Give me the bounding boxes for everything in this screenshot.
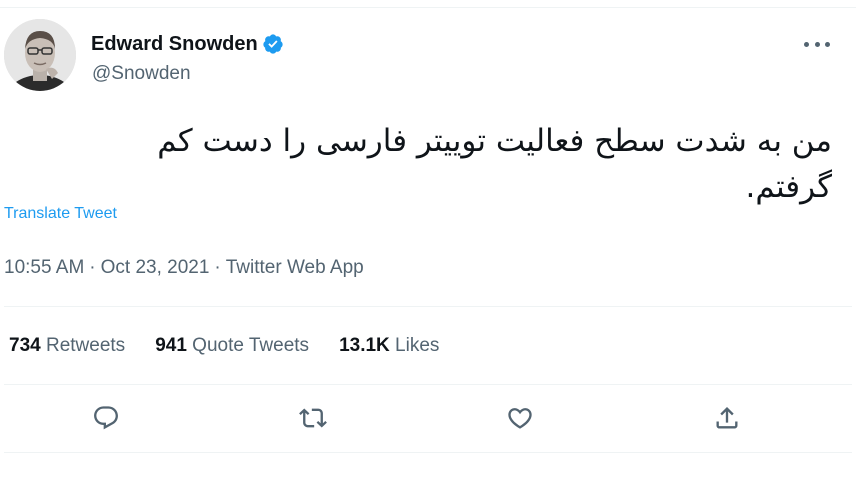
like-button[interactable] <box>504 402 536 434</box>
author-name-row: Edward Snowden <box>91 30 284 58</box>
more-dot-icon <box>814 41 820 47</box>
author-handle[interactable]: @Snowden <box>92 60 191 88</box>
retweet-button[interactable] <box>297 402 329 434</box>
translate-tweet-link[interactable]: Translate Tweet <box>4 205 117 223</box>
tweet-time[interactable]: 10:55 AM <box>4 257 84 278</box>
tweet-meta: 10:55 AM · Oct 23, 2021 · Twitter Web App <box>4 254 364 282</box>
meta-separator: · <box>89 257 96 278</box>
quote-tweets-stat[interactable]: 941 Quote Tweets <box>155 332 309 360</box>
more-dot-icon <box>825 41 830 47</box>
avatar-photo-icon <box>4 19 76 91</box>
more-dot-icon <box>804 41 809 47</box>
tweet-stats: 734 Retweets 941 Quote Tweets 13.1K Like… <box>9 332 469 360</box>
stats-top-divider <box>4 306 852 307</box>
meta-separator: · <box>214 257 221 278</box>
like-icon <box>508 408 532 429</box>
quote-tweets-count: 941 <box>155 335 187 356</box>
top-divider <box>0 7 856 8</box>
more-options-button[interactable] <box>804 33 830 55</box>
share-icon <box>716 407 738 429</box>
tweet-card: Edward Snowden @Snowden من به شدت سطح فع… <box>0 0 856 482</box>
verified-badge-icon <box>262 33 284 55</box>
likes-label: Likes <box>395 335 440 356</box>
share-button[interactable] <box>711 402 743 434</box>
reply-icon <box>94 406 118 430</box>
likes-stat[interactable]: 13.1K Likes <box>339 332 439 360</box>
likes-count: 13.1K <box>339 335 390 356</box>
reply-button[interactable] <box>90 402 122 434</box>
stats-bottom-divider <box>4 384 852 385</box>
retweet-icon <box>299 408 327 428</box>
tweet-source-app[interactable]: Twitter Web App <box>226 257 364 278</box>
avatar[interactable] <box>4 19 76 91</box>
retweets-count: 734 <box>9 335 41 356</box>
retweets-label: Retweets <box>45 335 126 356</box>
tweet-text: من به شدت سطح فعالیت توییتر فارسی را دست… <box>157 123 832 205</box>
tweet-date[interactable]: Oct 23, 2021 <box>101 257 210 278</box>
retweets-stat[interactable]: 734 Retweets <box>9 332 125 360</box>
actions-bottom-divider <box>4 452 852 453</box>
author-display-name[interactable]: Edward Snowden <box>91 30 258 58</box>
quote-tweets-label: Quote Tweets <box>192 335 310 356</box>
